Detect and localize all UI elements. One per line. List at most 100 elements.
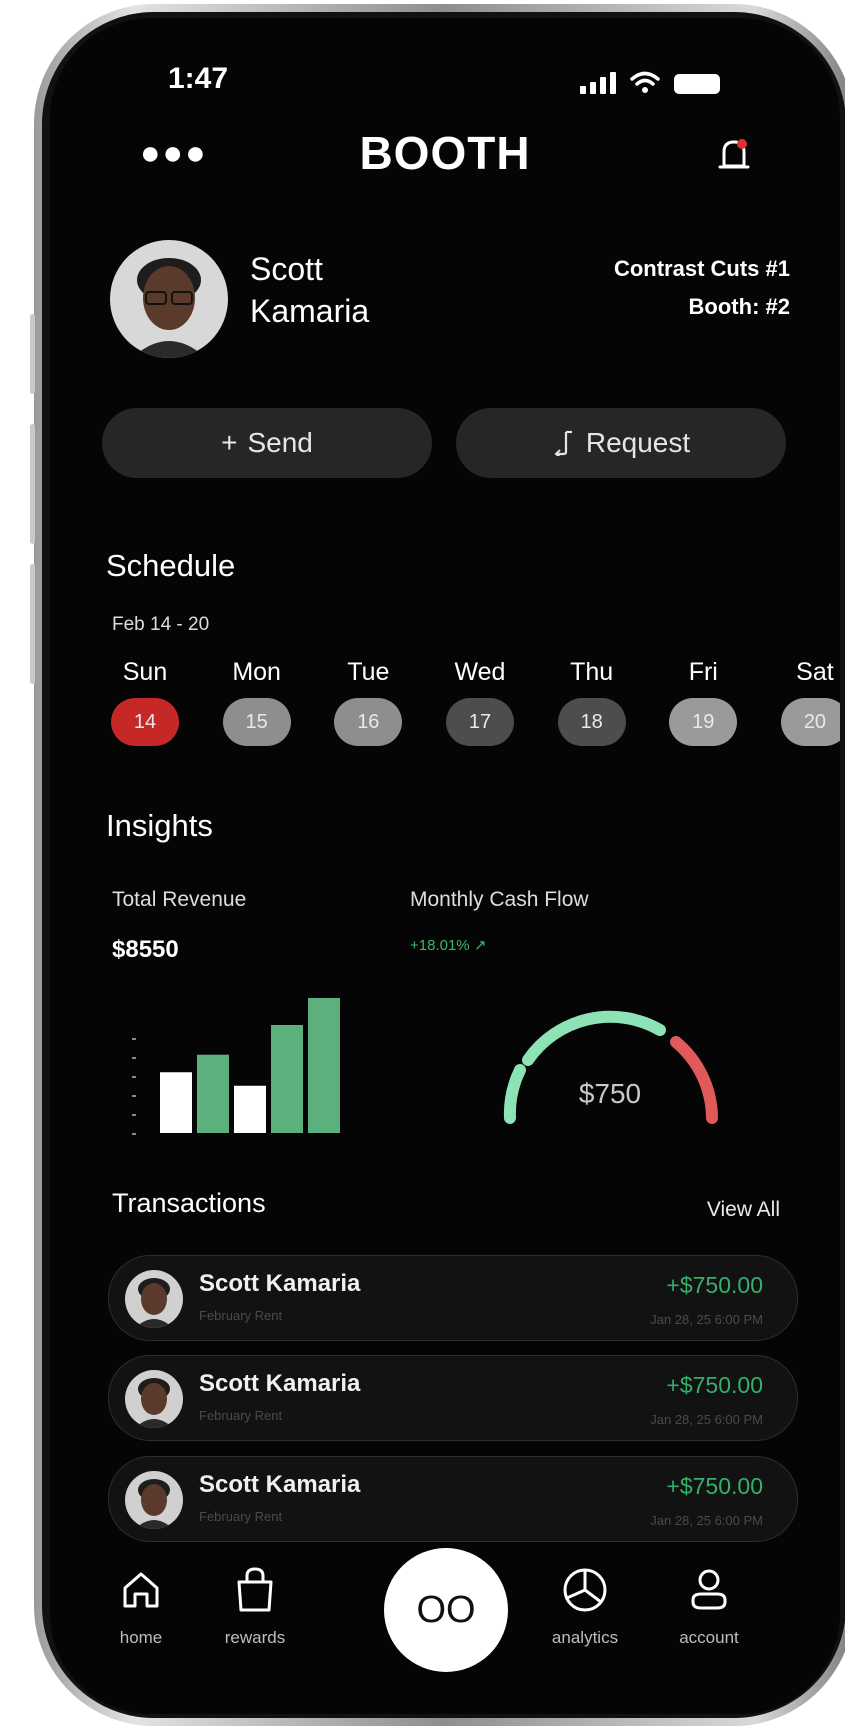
transaction-name: Scott Kamaria: [199, 1370, 361, 1397]
day-number[interactable]: 19: [669, 698, 738, 746]
axis-tick: [132, 1038, 136, 1040]
user-icon: [691, 1569, 727, 1610]
day-name: Tue: [347, 658, 390, 686]
user-name: Scott Kamaria: [250, 248, 450, 332]
day-number-selected[interactable]: 14: [111, 698, 179, 746]
transaction-name: Scott Kamaria: [199, 1471, 361, 1498]
transaction-date: Jan 28, 25 6:00 PM: [650, 1513, 763, 1528]
side-button: [30, 424, 35, 544]
schedule-day[interactable]: Sun 14: [110, 658, 180, 746]
home-icon: [123, 1572, 159, 1608]
revenue-chart: [132, 998, 340, 1135]
day-name: Wed: [454, 658, 506, 686]
send-button[interactable]: + Send: [102, 408, 432, 478]
schedule-range: Feb 14 - 20: [112, 614, 210, 635]
pie-chart-icon: [563, 1568, 607, 1612]
schedule-days: Sun 14 Mon 15 Tue 16 Wed 17 Thu 18 Fri 19 Sat 20: [110, 658, 840, 746]
transaction-memo: February Rent: [199, 1308, 283, 1323]
booth-number: Booth: #2: [688, 294, 790, 319]
transaction-amount: +$750.00: [666, 1372, 763, 1398]
schedule-day[interactable]: Sat 20: [780, 658, 840, 746]
schedule-day[interactable]: Mon 15: [222, 658, 292, 746]
cellular-signal-icon: [580, 72, 616, 94]
axis-tick: [132, 1114, 136, 1116]
transaction-memo: February Rent: [199, 1408, 283, 1423]
schedule-day[interactable]: Wed 17: [445, 658, 515, 746]
transaction-amount: +$750.00: [666, 1473, 763, 1499]
tab-analytics[interactable]: analytics: [530, 1558, 640, 1648]
shopping-bag-icon: [237, 1567, 273, 1612]
total-revenue-label: Total Revenue: [112, 888, 247, 911]
tab-rewards-label: rewards: [224, 1628, 286, 1647]
side-button: [30, 564, 35, 684]
tab-account-label: account: [679, 1628, 739, 1647]
transaction-amount: +$750.00: [666, 1272, 763, 1298]
chart-bar: [271, 1025, 303, 1133]
transaction-row[interactable]: Scott Kamaria February Rent +$750.00 Jan 28…: [108, 1456, 798, 1542]
day-number[interactable]: 17: [445, 698, 514, 746]
axis-tick: [132, 1076, 136, 1078]
tab-home[interactable]: home: [86, 1558, 196, 1648]
infinity-icon: OO: [416, 1588, 476, 1631]
insights-title: Insights: [106, 808, 213, 843]
chart-bar: [197, 1054, 229, 1133]
day-number[interactable]: 18: [557, 698, 626, 746]
view-all-link[interactable]: View All: [707, 1198, 780, 1222]
tab-account[interactable]: account: [654, 1558, 764, 1648]
transaction-memo: February Rent: [199, 1509, 283, 1524]
center-action-button[interactable]: OO: [384, 1548, 508, 1672]
tab-rewards[interactable]: rewards: [200, 1558, 310, 1648]
request-button[interactable]: Request: [456, 408, 786, 478]
axis-tick: [132, 1095, 136, 1097]
chart-bar: [234, 1085, 266, 1133]
gauge-value: $750: [578, 1078, 642, 1109]
user-last-name: Kamaria: [250, 293, 370, 329]
avatar: [125, 1471, 183, 1529]
avatar: [125, 1370, 183, 1428]
avatar[interactable]: [110, 240, 228, 358]
day-number[interactable]: 16: [334, 698, 403, 746]
wifi-icon: [630, 71, 660, 93]
schedule-day[interactable]: Thu 18: [557, 658, 627, 746]
status-icons: [580, 70, 720, 94]
day-name: Fri: [688, 658, 718, 686]
day-name: Mon: [232, 658, 281, 686]
cash-flow-gauge: [503, 1010, 718, 1124]
monthly-change: +18.01% ↗: [410, 936, 486, 954]
day-number[interactable]: 20: [780, 698, 840, 746]
transactions-title: Transactions: [112, 1188, 266, 1218]
day-name: Sat: [796, 658, 834, 686]
send-label: Send: [247, 427, 313, 458]
transaction-name: Scott Kamaria: [199, 1270, 361, 1297]
user-first-name: Scott: [250, 251, 323, 287]
status-time: 1:47: [168, 62, 229, 95]
shop-name: Contrast Cuts #1: [613, 256, 790, 281]
transaction-date: Jan 28, 25 6:00 PM: [650, 1412, 763, 1427]
schedule-day[interactable]: Fri 19: [668, 658, 738, 746]
chart-bar: [308, 998, 340, 1133]
day-number[interactable]: 15: [222, 698, 291, 746]
trend-up-icon: ↗: [473, 937, 487, 954]
monthly-change-value: +18.01%: [410, 937, 470, 954]
transaction-row[interactable]: Scott Kamaria February Rent +$750.00 Jan 28…: [108, 1355, 798, 1441]
axis-tick: [132, 1057, 136, 1059]
plus-icon: +: [221, 427, 238, 458]
tab-analytics-label: analytics: [551, 1628, 619, 1647]
schedule-day[interactable]: Tue 16: [333, 658, 403, 746]
day-name: Thu: [570, 658, 614, 686]
battery-icon: [674, 74, 720, 94]
request-label: Request: [585, 427, 691, 458]
tab-bar: home rewards OO analytics account: [50, 1548, 840, 1698]
transaction-row[interactable]: Scott Kamaria February Rent +$750.00 Jan 28…: [108, 1255, 798, 1341]
schedule-title: Schedule: [106, 548, 236, 583]
monthly-cash-flow-label: Monthly Cash Flow: [410, 888, 589, 911]
tab-home-label: home: [119, 1628, 163, 1647]
app-screen: 1:47 ●●● BOOTH Scott Kamaria Contrast Cu…: [50, 18, 840, 1714]
request-icon: [554, 430, 572, 456]
day-name: Sun: [122, 658, 168, 686]
gauge-segment: [522, 1010, 666, 1066]
bell-icon[interactable]: [716, 136, 752, 176]
axis-tick: [132, 1133, 136, 1135]
transaction-date: Jan 28, 25 6:00 PM: [650, 1312, 763, 1327]
avatar: [125, 1270, 183, 1328]
